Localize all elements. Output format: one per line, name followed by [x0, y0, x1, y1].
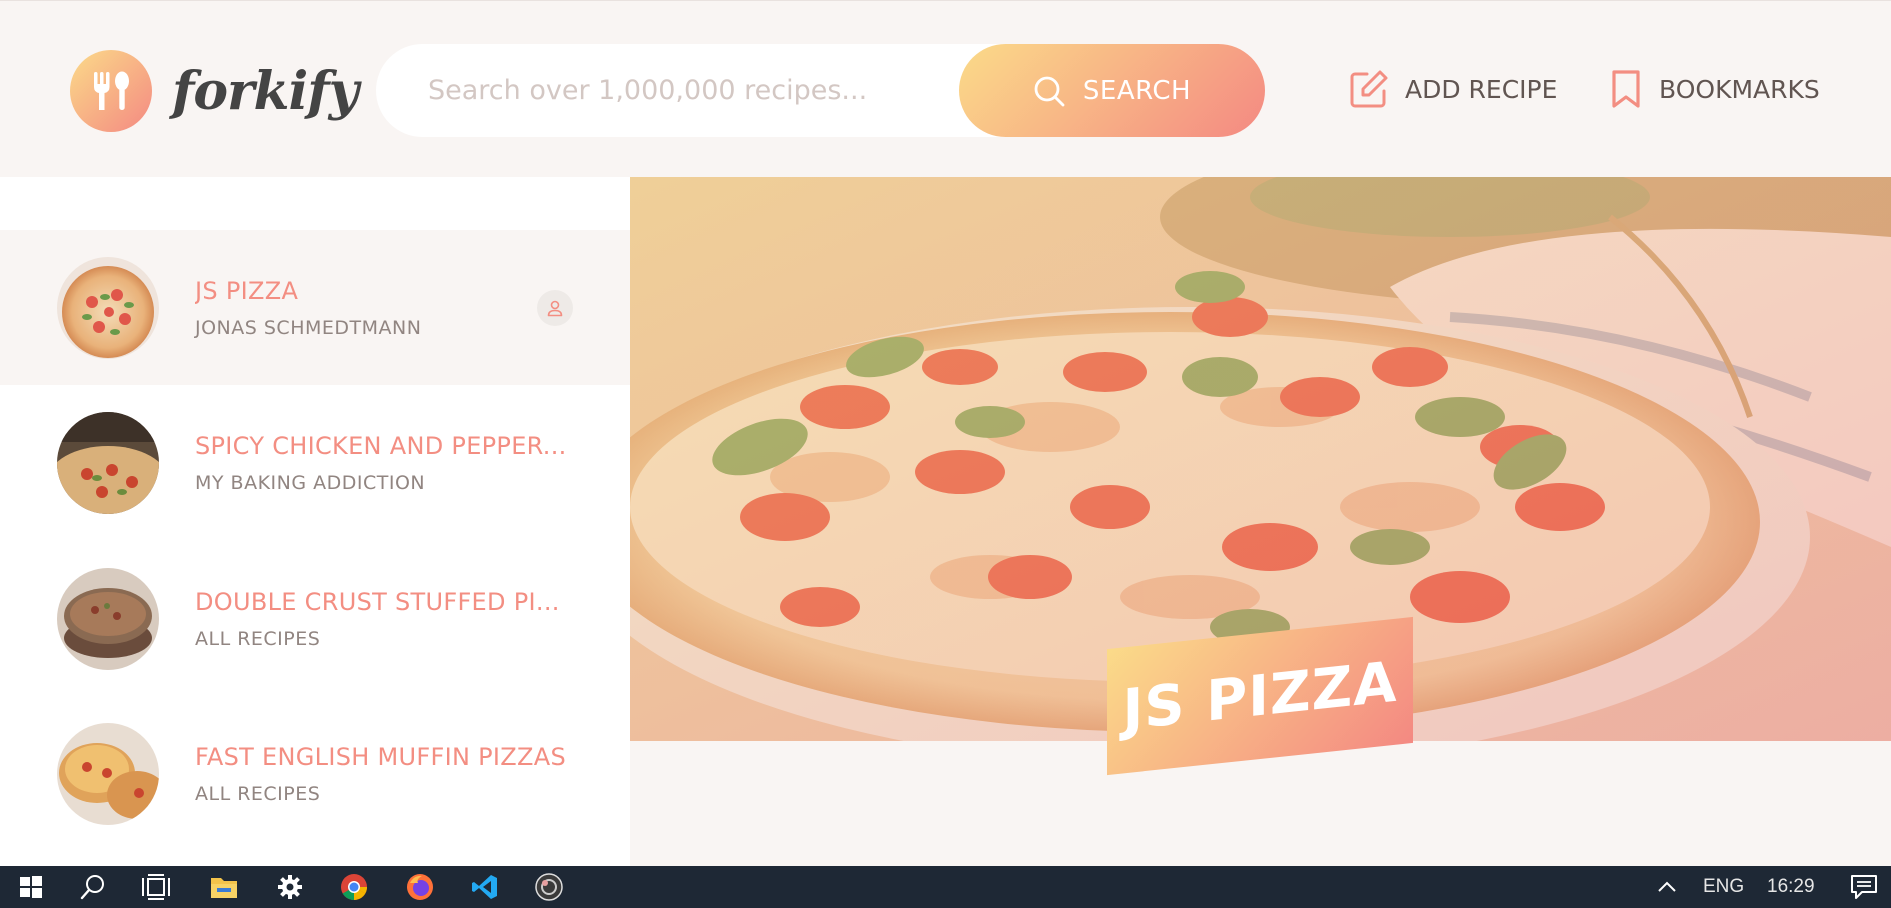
app-header: forkify SEARCH ADD RECIPE BOOKMARKS: [0, 0, 1891, 177]
settings-icon[interactable]: [265, 866, 315, 908]
clock[interactable]: 16:29: [1767, 866, 1815, 908]
result-item[interactable]: FAST ENGLISH MUFFIN PIZZAS ALL RECIPES: [0, 696, 630, 851]
search-input[interactable]: [428, 44, 948, 137]
recipe-thumbnail: [57, 411, 159, 514]
fork-spoon-icon: [70, 50, 152, 132]
search-form: SEARCH: [376, 44, 1265, 137]
logo-text: forkify: [172, 60, 359, 122]
bookmarks-label: BOOKMARKS: [1659, 74, 1820, 104]
recipe-thumbnail: [57, 567, 159, 670]
result-item[interactable]: DOUBLE CRUST STUFFED PI... ALL RECIPES: [0, 541, 630, 696]
recipe-thumbnail: [57, 722, 159, 825]
add-recipe-button[interactable]: ADD RECIPE: [1349, 66, 1557, 112]
result-title: DOUBLE CRUST STUFFED PI...: [195, 587, 560, 616]
task-view-icon[interactable]: [131, 866, 181, 908]
bookmarks-button[interactable]: BOOKMARKS: [1609, 66, 1820, 112]
user-generated-badge: [537, 289, 573, 326]
result-item[interactable]: JS PIZZA JONAS SCHMEDTMANN: [0, 230, 630, 385]
results-top-strip: [0, 177, 630, 229]
obs-icon[interactable]: [524, 866, 574, 908]
search-button-label: SEARCH: [1082, 75, 1192, 106]
result-title: JS PIZZA: [195, 276, 299, 305]
result-publisher: JONAS SCHMEDTMANN: [195, 316, 422, 339]
firefox-icon[interactable]: [395, 866, 445, 908]
windows-taskbar: ENG 16:29: [0, 866, 1891, 908]
chrome-icon[interactable]: [329, 866, 379, 908]
bookmark-icon: [1612, 70, 1640, 108]
logo[interactable]: forkify: [70, 50, 359, 132]
search-results: JS PIZZA JONAS SCHMEDTMANN SPICY CHICKEN…: [0, 177, 630, 866]
recipe-view: JS PIZZA: [630, 177, 1891, 866]
start-icon[interactable]: [6, 866, 56, 908]
result-title: SPICY CHICKEN AND PEPPER...: [195, 431, 567, 460]
language-indicator[interactable]: ENG: [1703, 866, 1744, 908]
result-publisher: ALL RECIPES: [195, 782, 321, 805]
recipe-thumbnail: [57, 256, 159, 359]
search-icon[interactable]: [68, 866, 118, 908]
chevron-up-icon[interactable]: [1647, 866, 1687, 908]
search-icon: [1034, 76, 1065, 106]
search-button[interactable]: SEARCH: [959, 44, 1265, 137]
recipe-title-text: JS PIZZA: [1122, 649, 1398, 743]
notifications-icon[interactable]: [1839, 866, 1889, 908]
result-item[interactable]: SPICY CHICKEN AND PEPPER... MY BAKING AD…: [0, 385, 630, 540]
vscode-icon[interactable]: [460, 866, 510, 908]
edit-icon: [1350, 70, 1388, 108]
result-title: FAST ENGLISH MUFFIN PIZZAS: [195, 742, 567, 771]
add-recipe-label: ADD RECIPE: [1405, 74, 1558, 104]
result-publisher: MY BAKING ADDICTION: [195, 471, 426, 494]
file-explorer-icon[interactable]: [199, 866, 249, 908]
result-publisher: ALL RECIPES: [195, 627, 321, 650]
user-icon: [547, 300, 563, 316]
